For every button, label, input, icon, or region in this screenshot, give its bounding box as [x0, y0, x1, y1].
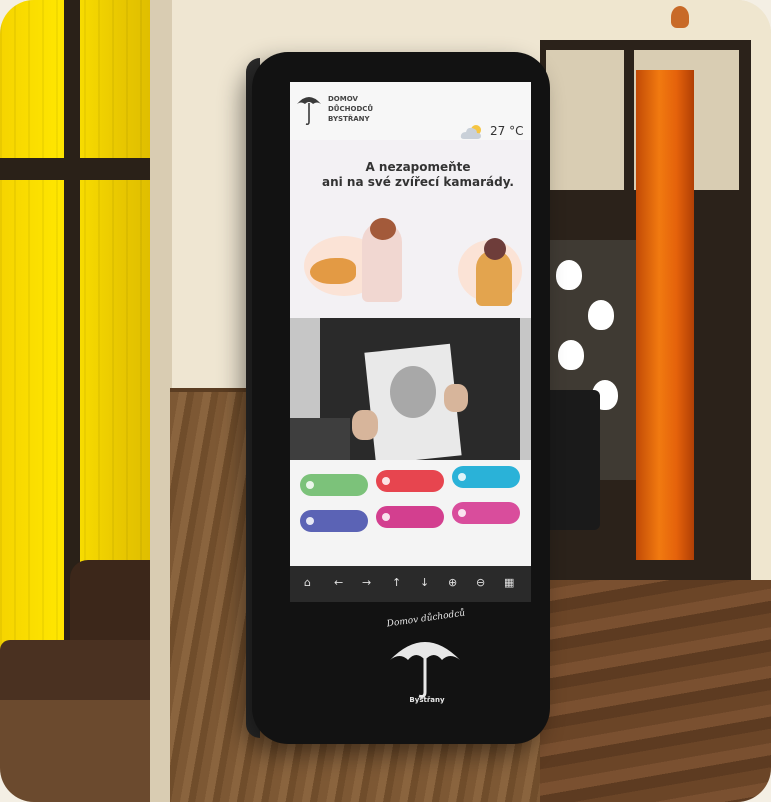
menu-tile[interactable]: [452, 502, 520, 524]
menu-tile[interactable]: [376, 506, 444, 528]
menu-tile[interactable]: [300, 474, 368, 496]
person-hair: [484, 238, 506, 260]
zoom-in-icon[interactable]: ⊕: [448, 576, 457, 590]
tile-icon: [458, 509, 466, 517]
menu-tiles: [290, 460, 531, 566]
home-icon[interactable]: ⌂: [304, 576, 311, 590]
hand: [352, 410, 378, 440]
org-name: DOMOV DŮCHODCŮ BYSTŘANY: [328, 94, 388, 124]
photo-frame: DOMOV DŮCHODCŮ BYSTŘANY 27 °C A nezapome…: [0, 0, 771, 802]
paper-cloud: [588, 300, 614, 330]
promo-title: A nezapomeňte ani na své zvířecí kamarád…: [318, 160, 518, 190]
promo-title-line: A nezapomeňte: [365, 160, 471, 174]
tile-icon: [458, 473, 466, 481]
promo-banner[interactable]: A nezapomeňte ani na své zvířecí kamarád…: [290, 140, 531, 318]
kiosk-screen: DOMOV DŮCHODCŮ BYSTŘANY 27 °C A nezapome…: [290, 82, 531, 602]
tile-icon: [306, 481, 314, 489]
wood-floor: [520, 580, 771, 802]
orange-curtain: [636, 70, 694, 560]
menu-tile[interactable]: [376, 470, 444, 492]
umbrella-logo-icon: [297, 97, 321, 126]
tile-icon: [382, 477, 390, 485]
org-name-line: DŮCHODCŮ: [328, 105, 374, 113]
news-photo[interactable]: [290, 318, 531, 465]
paper-cloud: [558, 340, 584, 370]
arrow-left-icon[interactable]: ←: [334, 576, 343, 590]
hand: [444, 384, 468, 412]
cat-illustration: [310, 258, 356, 284]
temperature: 27 °C: [490, 124, 524, 138]
promo-title-line: ani na své zvířecí kamarády.: [322, 175, 514, 189]
nav-toolbar: ⌂ ← → ↑ ↓ ⊕ ⊖ ▦: [290, 566, 531, 602]
arrow-right-icon[interactable]: →: [362, 576, 371, 590]
keyboard-icon[interactable]: ▦: [504, 576, 514, 590]
cloud-sun-icon: [460, 125, 481, 139]
menu-tile[interactable]: [300, 510, 368, 532]
door-pane: [546, 50, 624, 190]
window-transom: [0, 158, 170, 180]
org-name-line: DOMOV: [328, 95, 358, 103]
photo-shadow: [290, 418, 350, 460]
screen-header: DOMOV DŮCHODCŮ BYSTŘANY 27 °C: [290, 82, 531, 140]
menu-tile[interactable]: [452, 466, 520, 488]
paper-cloud: [556, 260, 582, 290]
tile-icon: [306, 517, 314, 525]
bezel-town-text: Bystřany: [409, 696, 445, 704]
tile-icon: [382, 513, 390, 521]
ceiling-lamp: [671, 6, 689, 28]
elderly-face: [390, 366, 436, 418]
zoom-out-icon[interactable]: ⊖: [476, 576, 485, 590]
arrow-up-icon[interactable]: ↑: [392, 576, 401, 590]
pillar-side: [150, 0, 172, 802]
woman-hair: [370, 218, 396, 240]
org-name-line: BYSTŘANY: [328, 115, 370, 123]
arrow-down-icon[interactable]: ↓: [420, 576, 429, 590]
